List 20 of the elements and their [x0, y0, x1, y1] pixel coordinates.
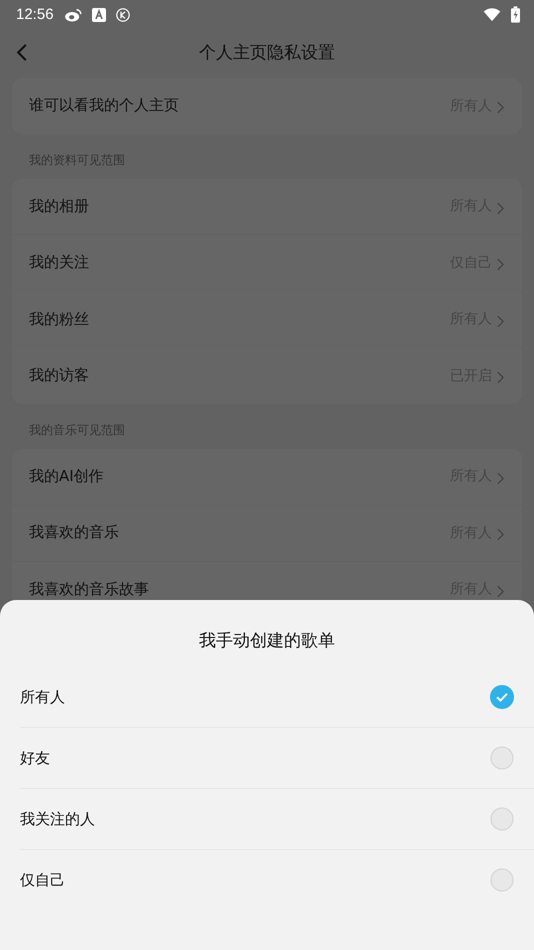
letter-k-circle-icon	[116, 7, 130, 21]
chevron-right-icon	[497, 526, 504, 540]
option-row[interactable]: 好友	[20, 727, 534, 788]
battery-charging-icon	[511, 6, 520, 22]
option-row[interactable]: 所有人	[20, 667, 534, 727]
chevron-right-icon	[497, 256, 504, 270]
checked-radio-icon[interactable]	[490, 685, 514, 709]
page-title: 个人主页隐私设置	[199, 42, 335, 64]
chevron-right-icon	[497, 99, 504, 112]
empty-radio-icon[interactable]	[490, 868, 514, 892]
chevron-right-icon	[497, 369, 504, 382]
status-time: 12:56	[16, 6, 54, 22]
option-row[interactable]: 仅自己	[20, 849, 534, 910]
empty-radio-icon[interactable]	[490, 807, 514, 831]
letter-a-notification-icon	[92, 7, 106, 21]
empty-radio-icon[interactable]	[490, 746, 514, 770]
wifi-icon	[483, 7, 501, 21]
option-row[interactable]: 我关注的人	[20, 788, 534, 849]
back-icon[interactable]	[16, 43, 28, 62]
sheet-title: 我手动创建的歌单	[198, 630, 336, 653]
